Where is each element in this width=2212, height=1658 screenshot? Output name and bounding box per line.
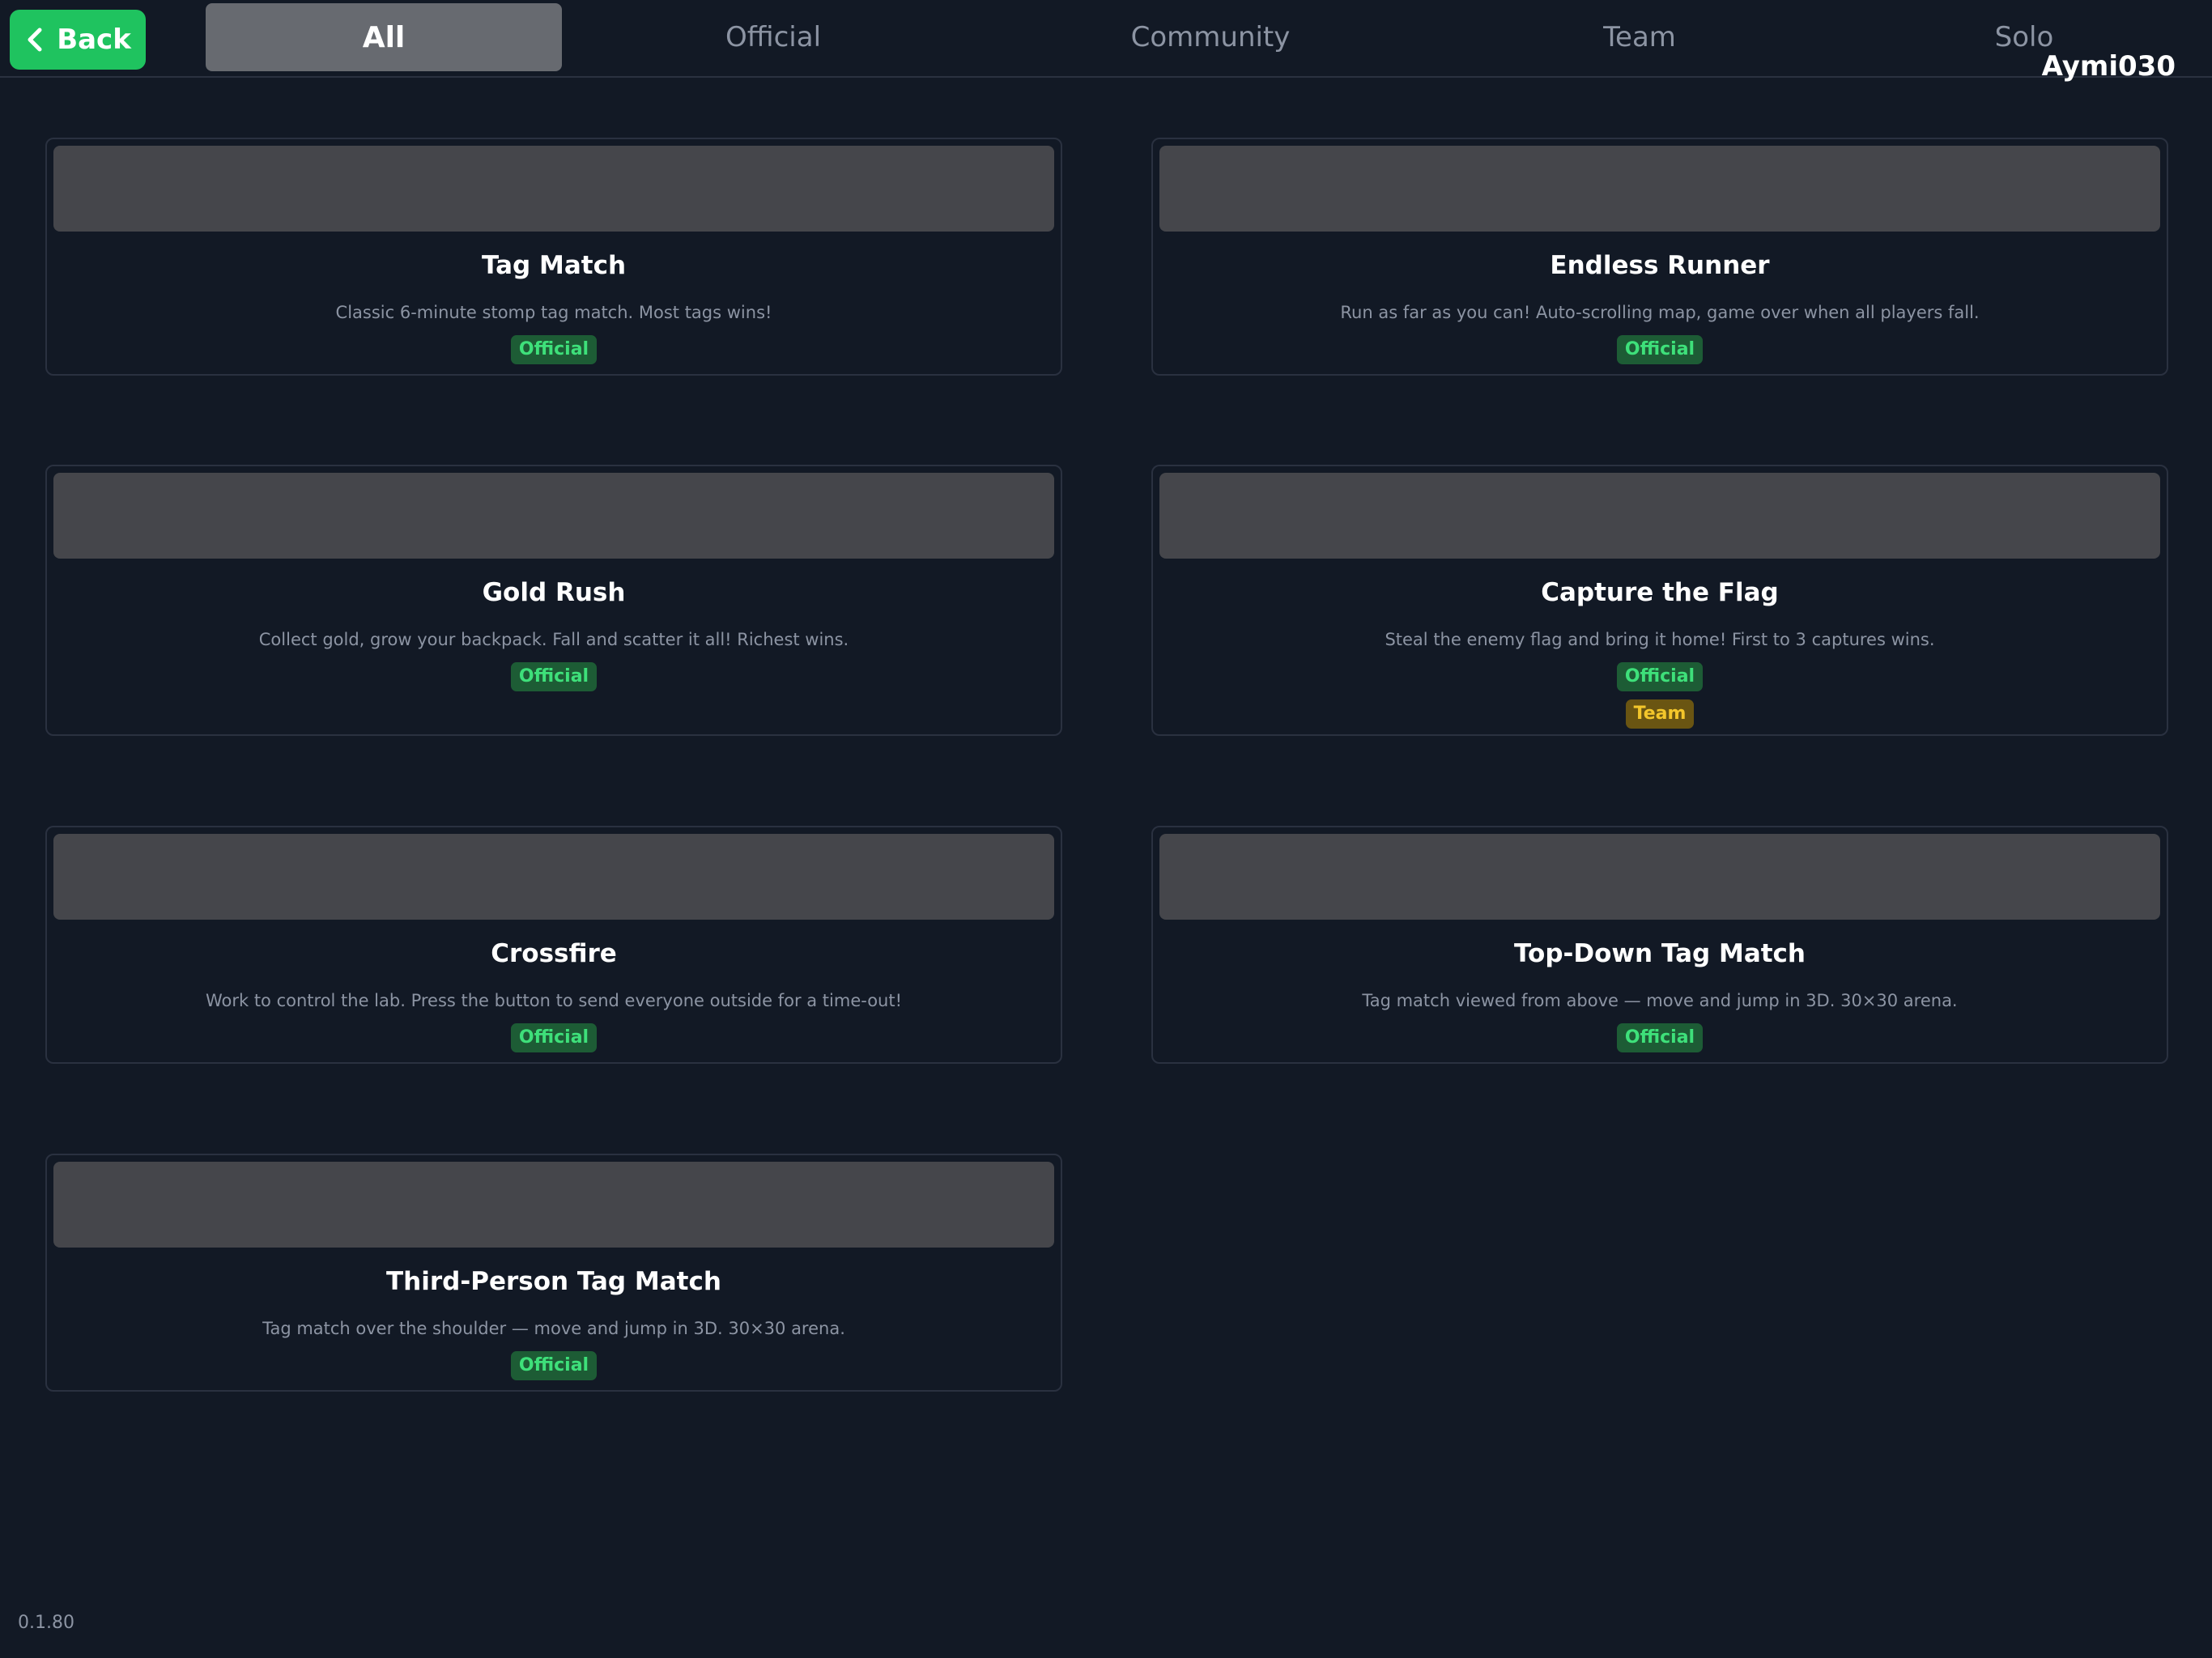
official-badge: Official xyxy=(510,1023,598,1052)
top-bar: Back All Official Community Team Solo Ay… xyxy=(0,0,2212,83)
game-thumbnail xyxy=(53,146,1054,232)
official-badge: Official xyxy=(510,1351,598,1380)
version-label: 0.1.80 xyxy=(18,1613,74,1633)
game-thumbnail xyxy=(53,1162,1054,1248)
game-title: Endless Runner xyxy=(1550,251,1770,280)
game-description: Steal the enemy flag and bring it home! … xyxy=(1385,630,1935,649)
game-title: Gold Rush xyxy=(482,578,626,607)
game-thumbnail xyxy=(53,473,1054,559)
game-description: Tag match over the shoulder — move and j… xyxy=(262,1319,845,1338)
official-badge: Official xyxy=(1616,1023,1704,1052)
chevron-left-icon xyxy=(28,28,42,52)
game-thumbnail xyxy=(1159,146,2160,232)
game-card-third-person-tag-match[interactable]: Third-Person Tag Match Tag match over th… xyxy=(45,1154,1062,1392)
tab-community[interactable]: Community xyxy=(1069,3,1352,71)
game-card-tag-match[interactable]: Tag Match Classic 6-minute stomp tag mat… xyxy=(45,138,1062,376)
team-badge: Team xyxy=(1625,699,1695,729)
game-badges: Official xyxy=(1153,335,2167,364)
game-badges: Official xyxy=(47,1023,1061,1052)
game-card-gold-rush[interactable]: Gold Rush Collect gold, grow your backpa… xyxy=(45,465,1062,736)
game-card-capture-the-flag[interactable]: Capture the Flag Steal the enemy flag an… xyxy=(1151,465,2168,736)
game-description: Collect gold, grow your backpack. Fall a… xyxy=(258,630,849,649)
game-card-top-down-tag-match[interactable]: Top-Down Tag Match Tag match viewed from… xyxy=(1151,826,2168,1064)
game-badges: Official xyxy=(47,1351,1061,1380)
game-title: Top-Down Tag Match xyxy=(1514,939,1806,968)
game-description: Work to control the lab. Press the butto… xyxy=(205,991,903,1010)
game-badges: Official xyxy=(1153,1023,2167,1052)
game-description: Tag match viewed from above — move and j… xyxy=(1362,991,1958,1010)
game-card-crossfire[interactable]: Crossfire Work to control the lab. Press… xyxy=(45,826,1062,1064)
game-thumbnail xyxy=(1159,834,2160,920)
game-title: Crossfire xyxy=(491,939,617,968)
tab-official[interactable]: Official xyxy=(632,3,915,71)
game-badges: Official Team xyxy=(1153,662,2167,729)
game-description: Classic 6-minute stomp tag match. Most t… xyxy=(335,303,772,322)
official-badge: Official xyxy=(510,335,598,364)
back-button-label: Back xyxy=(57,23,131,56)
game-badges: Official xyxy=(47,335,1061,364)
official-badge: Official xyxy=(1616,335,1704,364)
game-description: Run as far as you can! Auto-scrolling ma… xyxy=(1340,303,1980,322)
game-title: Capture the Flag xyxy=(1541,578,1779,607)
username-label: Aymi030 xyxy=(2041,50,2176,83)
official-badge: Official xyxy=(1616,662,1704,691)
tab-all[interactable]: All xyxy=(206,3,562,71)
game-title: Tag Match xyxy=(481,251,627,280)
game-thumbnail xyxy=(1159,473,2160,559)
game-card-endless-runner[interactable]: Endless Runner Run as far as you can! Au… xyxy=(1151,138,2168,376)
tab-team[interactable]: Team xyxy=(1498,3,1781,71)
back-button[interactable]: Back xyxy=(10,10,146,70)
game-thumbnail xyxy=(53,834,1054,920)
game-mode-select-screen: Back All Official Community Team Solo Ay… xyxy=(0,0,2212,1658)
official-badge: Official xyxy=(510,662,598,691)
game-badges: Official xyxy=(47,662,1061,691)
game-title: Third-Person Tag Match xyxy=(386,1267,721,1296)
